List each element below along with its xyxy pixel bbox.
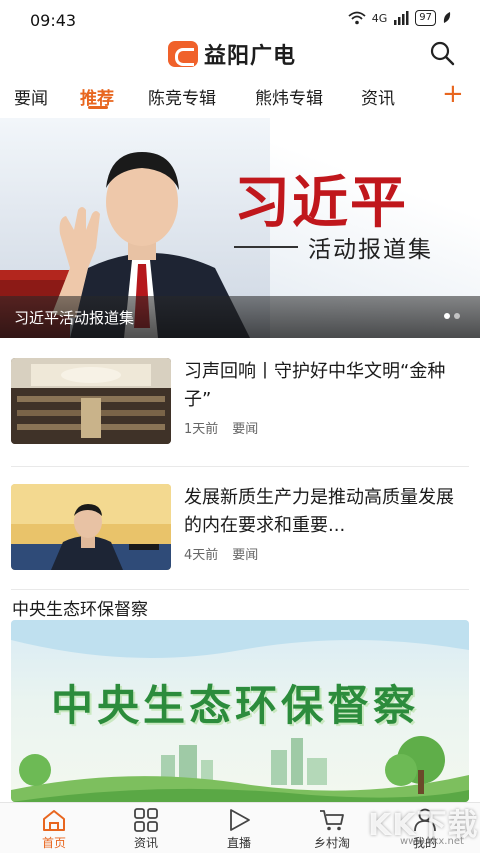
grid-icon	[134, 808, 158, 832]
carousel-dot	[454, 313, 460, 319]
watermark-url: www.kkx.net	[400, 836, 464, 847]
tab-zixun[interactable]: 资讯	[361, 84, 395, 109]
active-tab-indicator	[88, 106, 108, 109]
nav-live[interactable]: 直播	[204, 803, 274, 853]
divider	[11, 589, 469, 590]
search-icon[interactable]	[429, 40, 455, 66]
channel-tabs: 要闻 推荐 陈竞专辑 熊炜专辑 资讯	[0, 80, 480, 114]
nav-home[interactable]: 首页	[19, 803, 89, 853]
feature-banner[interactable]: 中央生态环保督察	[11, 620, 469, 802]
nav-label: 乡村淘	[313, 836, 350, 850]
news-time: 1天前	[184, 422, 219, 437]
banner-sub-divider	[234, 246, 298, 248]
news-item[interactable]: 发展新质生产力是推动高质量发展的内在要求和重要... 4天前 要闻	[0, 484, 480, 600]
cart-icon	[320, 810, 344, 831]
divider	[11, 466, 469, 467]
add-channel-button[interactable]: +	[442, 79, 464, 109]
news-title: 习声回响丨守护好中华文明“金种子”	[184, 361, 446, 410]
news-thumbnail	[11, 358, 171, 444]
nav-news[interactable]: 资讯	[111, 803, 181, 853]
play-icon	[230, 809, 250, 831]
nav-label: 直播	[226, 836, 251, 850]
banner-title: 习近平	[234, 170, 408, 236]
logo-mark-icon	[168, 41, 198, 67]
wifi-icon	[348, 11, 366, 25]
carousel-indicator	[444, 313, 460, 319]
news-meta: 1天前 要闻	[184, 418, 272, 437]
signal-icon	[394, 11, 409, 25]
nav-label: 资讯	[133, 836, 158, 850]
news-time: 4天前	[184, 548, 219, 563]
news-category: 要闻	[232, 548, 259, 563]
news-thumbnail	[11, 484, 171, 570]
banner-subtitle: 活动报道集	[308, 237, 433, 263]
tab-xiongwei[interactable]: 熊炜专辑	[255, 84, 323, 109]
status-icons: 4G 97	[348, 10, 452, 26]
section-title: 中央生态环保督察	[12, 600, 148, 620]
feature-title: 中央生态环保督察	[51, 681, 420, 730]
network-type: 4G	[371, 11, 388, 25]
home-icon	[43, 810, 65, 831]
news-meta: 4天前 要闻	[184, 544, 272, 563]
news-title: 发展新质生产力是推动高质量发展的内在要求和重要...	[184, 487, 454, 536]
tab-yaowen[interactable]: 要闻	[14, 84, 48, 109]
status-bar: 09:43 4G 97	[0, 0, 480, 34]
app-header: 益阳广电	[0, 34, 480, 72]
status-time: 09:43	[30, 11, 77, 30]
tab-chenjing[interactable]: 陈竞专辑	[148, 84, 216, 109]
news-category: 要闻	[232, 422, 259, 437]
app-logo: 益阳广电	[168, 38, 296, 70]
leaf-icon	[443, 12, 451, 23]
banner-caption: 习近平活动报道集	[14, 309, 135, 327]
logo-text: 益阳广电	[204, 44, 297, 69]
news-item[interactable]: 习声回响丨守护好中华文明“金种子” 1天前 要闻	[0, 358, 480, 474]
battery-icon: 97	[415, 10, 436, 26]
nav-shop[interactable]: 乡村淘	[297, 803, 367, 853]
nav-label: 首页	[41, 836, 66, 850]
banner-carousel[interactable]: 习近平 活动报道集 习近平活动报道集	[0, 118, 480, 338]
carousel-dot-active	[444, 313, 450, 319]
